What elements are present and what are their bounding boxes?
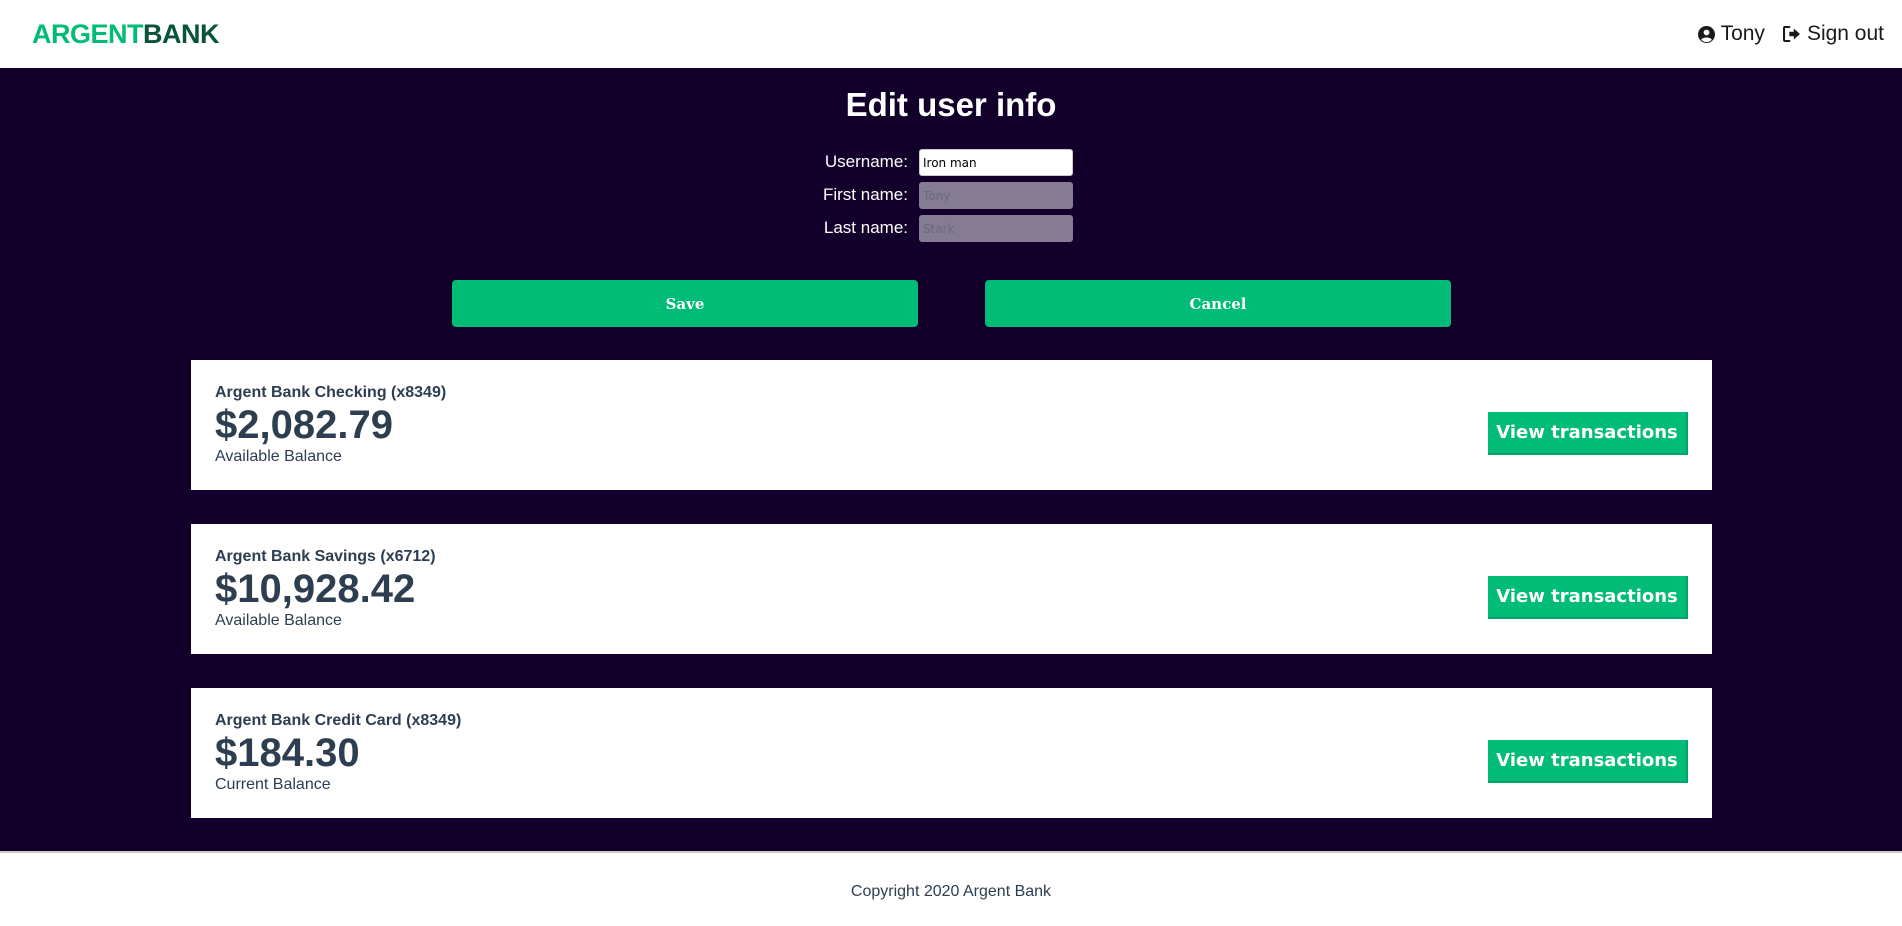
account-card-checking: Argent Bank Checking (x8349) $2,082.79 A…	[191, 360, 1712, 490]
user-name: Tony	[1720, 22, 1765, 45]
account-title: Argent Bank Savings (x6712)	[215, 548, 436, 565]
argentbank-logo[interactable]: ARGENT BANK	[32, 18, 220, 50]
first-name-row: First name:	[0, 182, 1902, 209]
sign-out-icon	[1782, 26, 1801, 42]
last-name-input	[919, 215, 1073, 242]
logo-text-argent: ARGENT	[32, 18, 144, 49]
view-transactions-button[interactable]: View transactions	[1488, 576, 1688, 619]
main-content: Edit user info Username: First name: Las…	[0, 68, 1902, 851]
account-amount-description: Current Balance	[215, 776, 331, 793]
cancel-button[interactable]: Cancel	[985, 280, 1451, 327]
logo-text-bank: BANK	[143, 18, 220, 49]
last-name-row: Last name:	[0, 215, 1902, 242]
footer-copyright: Copyright 2020 Argent Bank	[850, 883, 1052, 900]
account-amount: $184.30	[215, 731, 360, 775]
view-transactions-button[interactable]: View transactions	[1488, 740, 1688, 783]
save-button[interactable]: Save	[452, 280, 918, 327]
view-transactions-button[interactable]: View transactions	[1488, 412, 1688, 455]
user-circle-icon	[1697, 25, 1715, 43]
account-amount: $2,082.79	[215, 403, 393, 447]
username-label: Username:	[824, 152, 908, 171]
account-amount-description: Available Balance	[215, 612, 342, 629]
first-name-input	[919, 182, 1073, 209]
footer: Copyright 2020 Argent Bank	[0, 851, 1902, 926]
sign-out-label: Sign out	[1806, 22, 1884, 45]
nav-right: Tony Sign out	[1697, 22, 1884, 46]
account-amount-description: Available Balance	[215, 448, 342, 465]
first-name-label: First name:	[822, 185, 908, 204]
account-card-credit: Argent Bank Credit Card (x8349) $184.30 …	[191, 688, 1712, 818]
account-amount: $10,928.42	[215, 567, 416, 611]
username-input[interactable]	[919, 149, 1073, 176]
username-row: Username:	[0, 149, 1902, 176]
edit-header: Edit user info	[0, 86, 1902, 124]
page-title: Edit user info	[845, 86, 1057, 123]
account-title: Argent Bank Credit Card (x8349)	[215, 712, 462, 729]
last-name-label: Last name:	[823, 218, 908, 237]
account-title: Argent Bank Checking (x8349)	[215, 384, 447, 401]
sign-out-link[interactable]: Sign out	[1782, 22, 1884, 46]
account-card-savings: Argent Bank Savings (x6712) $10,928.42 A…	[191, 524, 1712, 654]
user-profile-link[interactable]: Tony	[1697, 22, 1765, 46]
main-nav: ARGENT BANK Tony Sign out	[0, 0, 1902, 68]
